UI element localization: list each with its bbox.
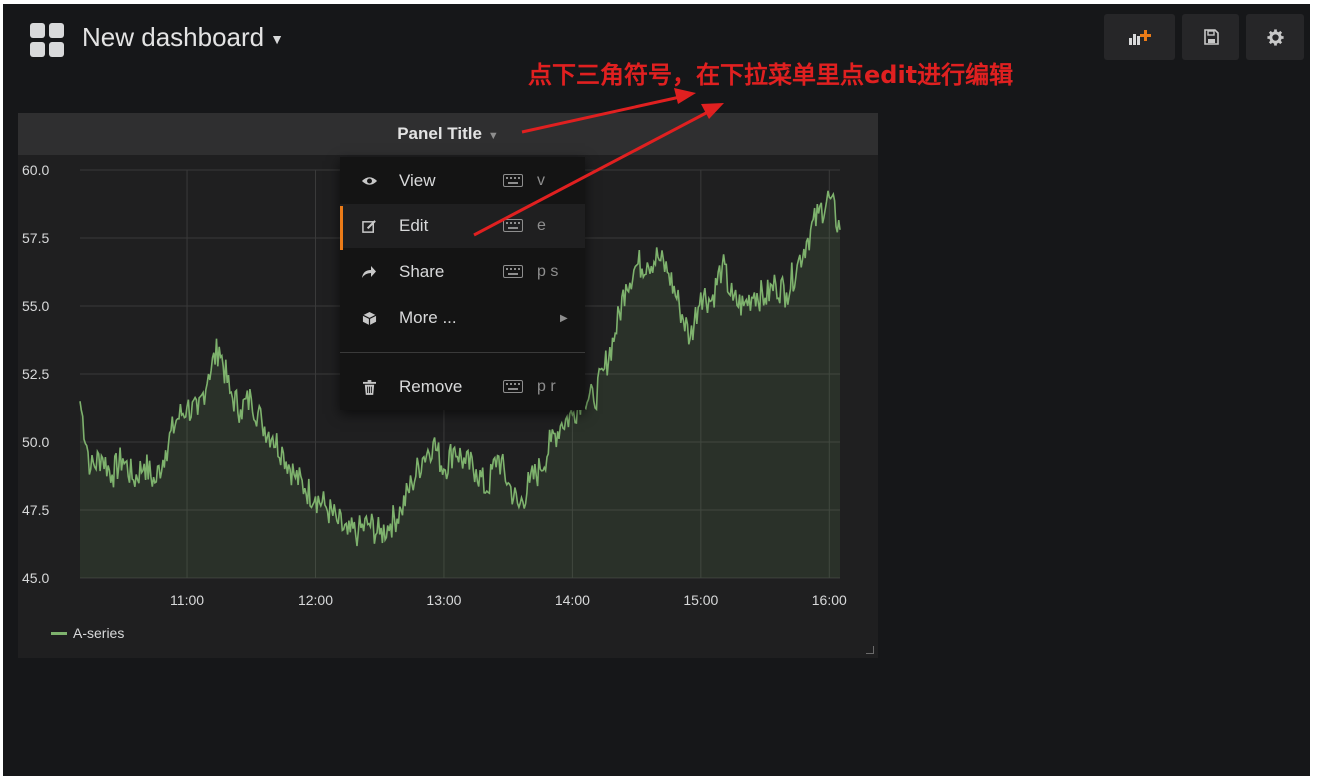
add-panel-button[interactable] — [1104, 14, 1175, 60]
y-tick-label: 45.0 — [22, 570, 49, 586]
save-dashboard-button[interactable] — [1182, 14, 1239, 60]
y-tick-label: 47.5 — [22, 502, 49, 518]
menu-label: Remove — [399, 377, 463, 396]
menu-shortcut: v — [537, 172, 545, 189]
dashboard-grid-icon[interactable] — [30, 23, 64, 57]
legend-item[interactable]: A-series — [51, 625, 124, 641]
resize-handle[interactable] — [866, 646, 874, 654]
keyboard-icon — [503, 174, 525, 188]
y-tick-label: 60.0 — [22, 162, 49, 178]
menu-label: More ... — [399, 308, 457, 327]
menu-item-view[interactable]: View v — [340, 159, 585, 203]
panel-context-menu: View v Edit e Share p s More ... ▶ Remov… — [340, 157, 585, 410]
panel-header: Panel Title ▼ — [18, 113, 878, 155]
panel-title: Panel Title — [397, 124, 482, 143]
panel-title-dropdown[interactable]: Panel Title ▼ — [397, 124, 499, 144]
menu-item-edit[interactable]: Edit e — [340, 204, 585, 250]
cube-icon — [360, 309, 378, 327]
menu-label: Edit — [399, 216, 429, 235]
dashboard-title: New dashboard — [82, 22, 265, 52]
y-tick-label: 55.0 — [22, 298, 49, 314]
menu-divider — [340, 352, 585, 353]
menu-label: View — [399, 171, 436, 190]
share-icon — [360, 263, 378, 281]
menu-shortcut: p s — [537, 263, 559, 280]
chevron-right-icon: ▶ — [560, 312, 568, 324]
trash-icon — [360, 378, 378, 396]
menu-item-more[interactable]: More ... ▶ — [340, 296, 585, 340]
dashboard-title-dropdown[interactable]: New dashboard ▼ — [82, 22, 284, 53]
chevron-down-icon: ▼ — [487, 130, 499, 142]
y-tick-label: 50.0 — [22, 434, 49, 450]
left-border — [0, 0, 3, 776]
annotation-text: 点下三角符号，在下拉菜单里点edit进行编辑 — [528, 61, 1014, 89]
menu-shortcut: p r — [537, 378, 556, 395]
legend-label: A-series — [73, 625, 125, 641]
menu-label: Share — [399, 262, 445, 281]
menu-shortcut: e — [537, 217, 546, 234]
top-border — [0, 0, 1310, 4]
x-tick-label: 13:00 — [426, 592, 461, 608]
annotation-arrow-head — [674, 88, 696, 104]
keyboard-icon — [503, 380, 525, 394]
active-accent-bar — [340, 206, 343, 250]
x-tick-label: 14:00 — [555, 592, 590, 608]
eye-icon — [360, 172, 378, 190]
chevron-down-icon: ▼ — [270, 31, 284, 48]
y-tick-label: 57.5 — [22, 230, 49, 246]
legend-swatch — [51, 631, 67, 635]
y-tick-label: 52.5 — [22, 366, 49, 382]
menu-item-share[interactable]: Share p s — [340, 250, 585, 294]
x-tick-label: 11:00 — [170, 592, 204, 608]
x-tick-label: 15:00 — [683, 592, 718, 608]
menu-item-remove[interactable]: Remove p r — [340, 365, 585, 409]
gear-icon — [1266, 28, 1284, 46]
edit-icon — [360, 217, 378, 235]
x-tick-label: 12:00 — [298, 592, 333, 608]
add-panel-icon — [1128, 30, 1151, 45]
keyboard-icon — [503, 265, 525, 279]
settings-button[interactable] — [1246, 14, 1304, 60]
keyboard-icon — [503, 219, 525, 233]
x-tick-label: 16:00 — [812, 592, 847, 608]
save-icon — [1203, 29, 1219, 45]
grafana-screen: New dashboard ▼ 点下三角符号，在下拉菜单里点edit进行编辑 6… — [0, 0, 1310, 776]
